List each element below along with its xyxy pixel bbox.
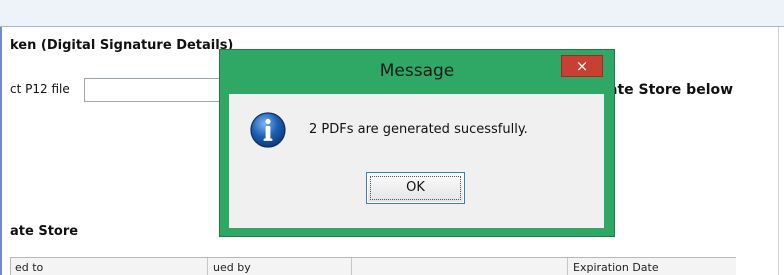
window-top-strip	[0, 0, 784, 27]
p12-file-input[interactable]	[84, 78, 224, 102]
column-divider[interactable]	[207, 258, 208, 275]
certificate-store-below-label: ate Store below	[608, 82, 734, 98]
column-divider[interactable]	[351, 258, 352, 275]
digital-signature-section-title: ken (Digital Signature Details)	[10, 38, 234, 53]
focus-ring	[370, 176, 461, 200]
window-scrollbar[interactable]	[778, 27, 784, 275]
certificate-table-header: ed to ued by Expiration Date	[10, 257, 736, 275]
info-icon	[250, 112, 286, 148]
dialog-title-bar[interactable]: Message ×	[220, 50, 614, 92]
message-dialog: Message × 2 PDFs are generated sucessful…	[219, 49, 615, 237]
dialog-body: 2 PDFs are generated sucessfully. OK	[229, 94, 604, 228]
ok-button[interactable]: OK	[366, 172, 465, 204]
close-button[interactable]: ×	[561, 55, 603, 77]
p12-file-label: ct P12 file	[10, 82, 70, 96]
dialog-message: 2 PDFs are generated sucessfully.	[309, 122, 528, 137]
dialog-title: Message	[379, 61, 455, 81]
column-header-issued-by[interactable]: ued by	[213, 261, 349, 274]
certificate-store-label: ate Store	[10, 224, 79, 239]
column-header-expiration-date[interactable]: Expiration Date	[573, 261, 733, 274]
column-divider[interactable]	[567, 258, 568, 275]
column-header-issued-to[interactable]: ed to	[15, 261, 205, 274]
close-icon: ×	[575, 57, 589, 75]
window-left-border	[0, 27, 2, 275]
